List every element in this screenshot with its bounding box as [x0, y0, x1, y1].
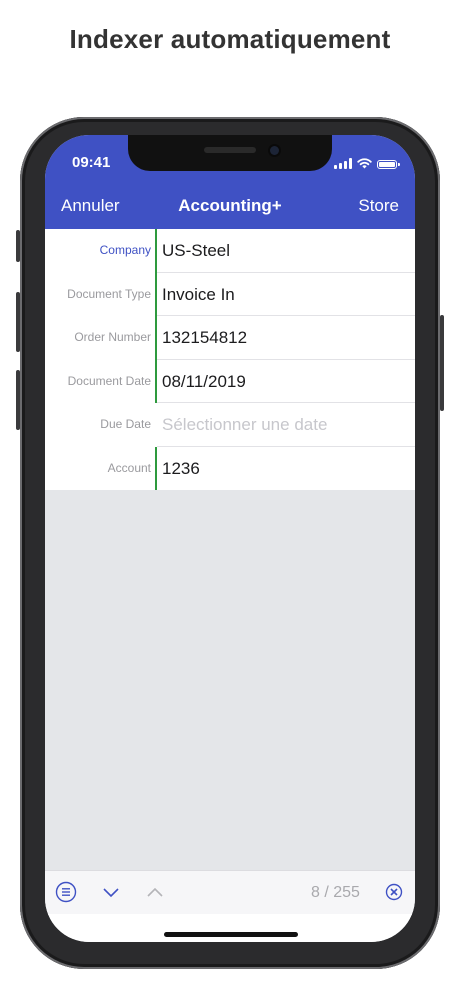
document-date-label: Document Date [67, 373, 151, 388]
chevron-up-icon[interactable] [144, 881, 166, 903]
account-field[interactable]: 1236 [157, 447, 415, 491]
page-counter: 8 / 255 [311, 884, 360, 901]
close-circle-icon[interactable] [383, 881, 405, 903]
headline: Indexer automatiquement [69, 24, 391, 54]
form-row-account[interactable]: Account 1236 [45, 446, 415, 491]
nav-title: Accounting+ [178, 196, 282, 215]
battery-icon [377, 160, 400, 169]
due-date-label: Due Date [100, 417, 151, 431]
chevron-down-icon[interactable] [100, 881, 122, 903]
notch [128, 135, 332, 171]
front-camera [270, 146, 279, 155]
company-field[interactable]: US-Steel [157, 229, 415, 273]
status-time: 09:41 [72, 154, 111, 171]
cancel-button[interactable]: Annuler [61, 196, 120, 216]
speaker-grille [204, 147, 256, 153]
document-date-field[interactable]: 08/11/2019 [157, 360, 415, 403]
form-row-due-date[interactable]: Due Date Sélectionner une date [45, 403, 415, 447]
form-row-document-date[interactable]: Document Date 08/11/2019 [45, 359, 415, 403]
document-type-field[interactable]: Invoice In [157, 273, 415, 316]
volume-up-button [16, 292, 20, 352]
volume-down-button [16, 370, 20, 430]
order-number-label: Order Number [74, 330, 151, 344]
index-form: Company US-Steel Document Type Invoice I… [45, 229, 415, 490]
form-row-order-number[interactable]: Order Number 132154812 [45, 316, 415, 360]
form-row-document-type[interactable]: Document Type Invoice In [45, 272, 415, 316]
store-button[interactable]: Store [358, 196, 399, 216]
phone-screen: 09:41 Annuler Accounting+ Store Company … [45, 135, 415, 942]
form-row-company[interactable]: Company US-Steel [45, 229, 415, 273]
navigation-bar: 09:41 Annuler Accounting+ Store [45, 135, 415, 229]
company-label: Company [99, 243, 151, 257]
home-area [45, 914, 415, 942]
bottom-toolbar: 8 / 255 [45, 870, 415, 915]
account-label: Account [107, 460, 151, 475]
order-number-field[interactable]: 132154812 [157, 316, 415, 360]
home-indicator[interactable] [164, 932, 298, 937]
power-button [440, 315, 444, 411]
status-icons [334, 155, 400, 169]
cellular-signal-icon [334, 158, 352, 169]
wifi-icon [357, 158, 372, 169]
menu-circle-icon[interactable] [55, 881, 77, 903]
mute-switch [16, 230, 20, 262]
document-type-label: Document Type [67, 286, 151, 301]
due-date-field[interactable]: Sélectionner une date [157, 403, 415, 447]
